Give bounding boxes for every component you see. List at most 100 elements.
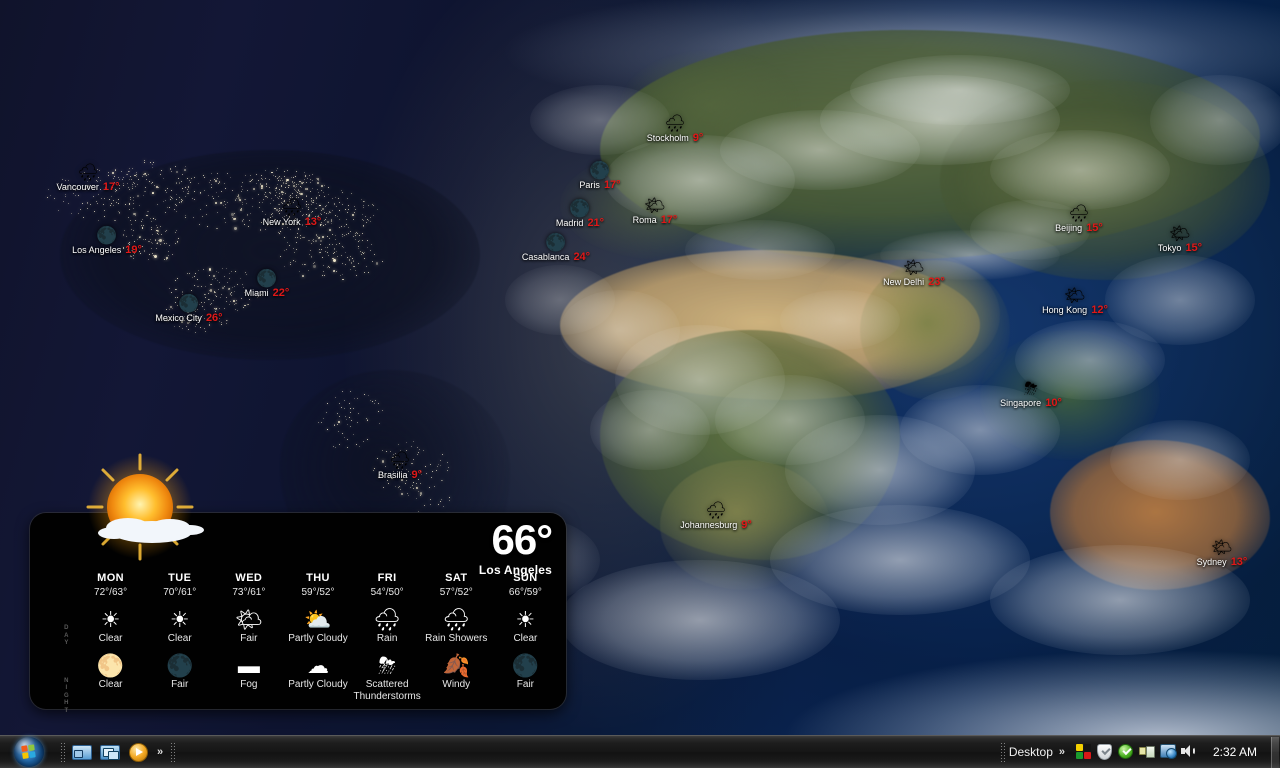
map-city-brasilia[interactable]: 🌧Brasilia9° <box>360 452 440 481</box>
map-city-label: Casablanca24° <box>522 251 590 263</box>
map-city-label: Singapore10° <box>1000 397 1062 409</box>
forecast-high-low: 66°/59° <box>509 587 542 598</box>
forecast-day-tue[interactable]: TUE70°/61°☀Clear🌑Fair <box>145 572 214 702</box>
map-city-name: Johannesburg <box>680 520 737 530</box>
map-city-label: Beijing15° <box>1055 222 1103 234</box>
thunderstorm-icon: ⛈ <box>378 653 396 679</box>
map-city-tokyo[interactable]: 🌤Tokyo15° <box>1140 225 1220 254</box>
rain-icon: 🌧 <box>1068 205 1090 222</box>
moon-clear-icon: 🌑 <box>569 200 590 217</box>
map-city-stockholm[interactable]: 🌧Stockholm9° <box>635 115 715 144</box>
map-city-name: Casablanca <box>522 252 570 262</box>
forecast-day-sat[interactable]: SAT57°/52°🌧Rain Showers🍂Windy <box>422 572 491 702</box>
map-city-label: Paris17° <box>579 179 620 191</box>
forecast-night-slot: 🌑Fair <box>166 653 193 691</box>
forecast-day-slot: ☀Clear <box>99 607 123 645</box>
map-city-hong-kong[interactable]: 🌤Hong Kong12° <box>1035 287 1115 316</box>
forecast-day-slot: ☀Clear <box>168 607 192 645</box>
forecast-high-low: 72°/63° <box>94 587 127 598</box>
map-city-miami[interactable]: 🌑Miami22° <box>227 270 307 299</box>
forecast-day-sun[interactable]: SUN66°/59°☀Clear🌑Fair <box>491 572 560 702</box>
media-player-icon[interactable] <box>127 741 149 763</box>
moon-clear-icon: 🌑 <box>178 295 199 312</box>
map-city-madrid[interactable]: 🌑Madrid21° <box>540 200 620 229</box>
fog-icon: ▬ <box>238 653 260 679</box>
forecast-night-slot: ☁Partly Cloudy <box>288 653 347 691</box>
map-city-new-york[interactable]: 🌧New York13° <box>252 199 332 228</box>
desktop-toolbar-overflow-chevron[interactable]: » <box>1057 746 1066 758</box>
map-city-casablanca[interactable]: 🌑Casablanca24° <box>516 234 596 263</box>
taskbar[interactable]: » Desktop » <box>0 735 1280 768</box>
volume-icon[interactable] <box>1181 744 1197 760</box>
map-city-label: Brasilia9° <box>378 469 422 481</box>
quicklaunch-overflow-chevron[interactable]: » <box>155 746 164 758</box>
notification-area[interactable]: Desktop » 2: <box>996 736 1280 768</box>
map-city-temperature: 17° <box>103 181 120 193</box>
map-city-johannesburg[interactable]: 🌧Johannesburg9° <box>676 502 756 531</box>
forecast-day-fri[interactable]: FRI54°/50°🌧Rain⛈Scattered Thunderstorms <box>353 572 422 702</box>
forecast-day-wed[interactable]: WED73°/61°🌤Fair▬Fog <box>214 572 283 702</box>
power-battery-icon[interactable] <box>1139 744 1155 760</box>
map-city-temperature: 9° <box>411 469 422 481</box>
map-city-label: Los Angeles19° <box>72 244 142 256</box>
map-city-mexico-city[interactable]: 🌑Mexico City26° <box>149 295 229 324</box>
map-city-name: Madrid <box>556 218 584 228</box>
desktop[interactable]: 🌧Vancouver17°🌧New York13°🌑Los Angeles19°… <box>0 0 1280 768</box>
map-city-los-angeles[interactable]: 🌑Los Angeles19° <box>67 227 147 256</box>
forecast-day-condition: Fair <box>240 633 257 645</box>
quicklaunch-grip-handle[interactable] <box>170 742 175 762</box>
map-city-label: New York 13° <box>263 216 322 228</box>
forecast-night-condition: Windy <box>442 679 470 691</box>
forecast-day-condition: Clear <box>513 633 537 645</box>
map-city-new-delhi[interactable]: 🌤New Delhi23° <box>874 259 954 288</box>
desktop-toolbar-label[interactable]: Desktop <box>1009 745 1053 759</box>
switch-windows-icon[interactable] <box>99 741 121 763</box>
sun-cloud-icon: ⛅ <box>304 607 331 633</box>
moon-cloud-icon: 🌑 <box>166 653 193 679</box>
system-tray-icons[interactable] <box>1070 744 1203 760</box>
desktop-toolbar[interactable]: Desktop » <box>1009 745 1070 759</box>
map-city-temperature: 13° <box>305 216 322 228</box>
network-icon[interactable] <box>1160 744 1176 760</box>
show-desktop-strip[interactable] <box>1271 737 1279 768</box>
forecast-night-slot: 🌕Clear <box>97 653 124 691</box>
map-city-name: New Delhi <box>883 277 924 287</box>
map-city-name: New York <box>263 217 301 227</box>
sun-cloud-icon: 🌤 <box>1169 225 1191 242</box>
map-city-label: Roma17° <box>633 214 678 226</box>
show-desktop-icon[interactable] <box>71 741 93 763</box>
start-button[interactable] <box>2 737 56 768</box>
day-rail-label: DAY <box>64 625 69 648</box>
map-city-singapore[interactable]: ⛈Singapore10° <box>991 380 1071 409</box>
map-city-vancouver[interactable]: 🌧Vancouver17° <box>48 164 128 193</box>
toolbar-grip-handle[interactable] <box>60 742 65 762</box>
map-city-temperature: 26° <box>206 312 223 324</box>
weather-widget[interactable]: 66° Los Angeles DAY NIGHT MON72°/63°☀Cle… <box>30 513 566 709</box>
sun-cloud-icon: 🌤 <box>235 607 263 633</box>
forecast-high-low: 57°/52° <box>440 587 473 598</box>
security-shield-icon[interactable] <box>1097 744 1113 760</box>
forecast-day-slot: 🌧Rain <box>373 607 401 645</box>
forecast-day-name: TUE <box>168 572 191 584</box>
map-city-beijing[interactable]: 🌧Beijing15° <box>1039 205 1119 234</box>
forecast-day-thu[interactable]: THU 59°/52° ⛅ Partly Cloudy☁Partly Cloudy <box>283 572 352 702</box>
forecast-day-mon[interactable]: MON72°/63°☀Clear🌕Clear <box>76 572 145 702</box>
map-city-roma[interactable]: 🌤Roma17° <box>615 197 695 226</box>
quick-launch-toolbar[interactable]: » <box>69 741 166 763</box>
color-squares-icon[interactable] <box>1076 744 1092 760</box>
green-check-icon[interactable] <box>1118 744 1134 760</box>
map-city-temperature: 23° <box>928 276 945 288</box>
clock[interactable]: 2:32 AM <box>1203 745 1271 759</box>
sun-cloud-icon: 🌤 <box>644 197 666 214</box>
forecast-high-low: 54°/50° <box>371 587 404 598</box>
map-city-sydney[interactable]: 🌤Sydney13° <box>1182 539 1262 568</box>
moon-clear-icon: 🌑 <box>256 270 277 287</box>
forecast-night-condition: Partly Cloudy <box>288 679 347 691</box>
forecast-day-condition: Rain <box>377 633 398 645</box>
forecast-high-low: 59°/52° <box>301 587 334 598</box>
map-city-label: Stockholm9° <box>647 132 704 144</box>
map-city-paris[interactable]: 🌑Paris17° <box>560 162 640 191</box>
map-city-temperature: 15° <box>1185 242 1202 254</box>
forecast-day-name: THU <box>306 572 330 584</box>
desktop-toolbar-grip-handle[interactable] <box>1000 742 1005 762</box>
